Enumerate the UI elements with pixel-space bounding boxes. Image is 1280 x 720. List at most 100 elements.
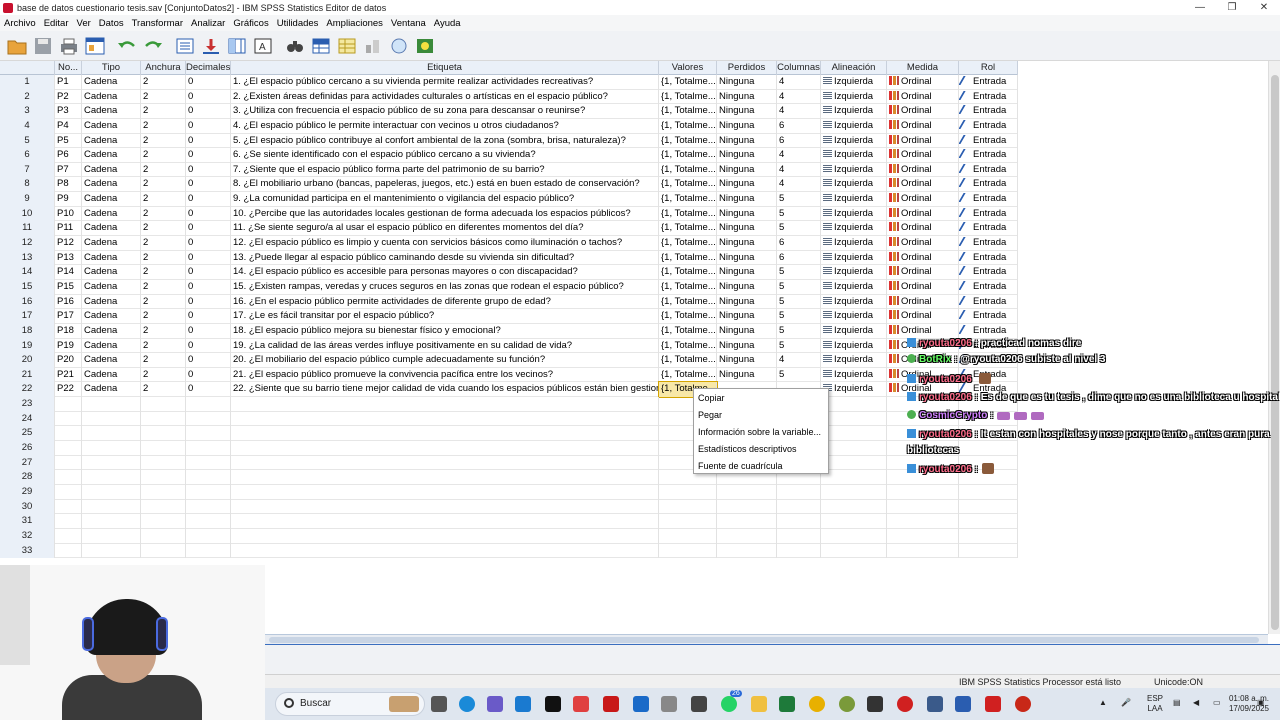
redo-icon[interactable] [142, 35, 164, 57]
goto-case-icon[interactable] [174, 35, 196, 57]
cell-type[interactable]: Cadena [82, 367, 141, 383]
table-row[interactable]: 9 P9 Cadena 2 0 9. ¿La comunidad participa en… [0, 192, 1018, 207]
cell-width[interactable]: 2 [141, 221, 186, 237]
cell-missing[interactable]: Ninguna [717, 265, 777, 280]
cell-decimals[interactable]: 0 [186, 192, 231, 207]
row-number[interactable]: 8 [0, 177, 55, 193]
cell-align[interactable]: Izquierda [821, 75, 887, 90]
table-row[interactable]: 8 P8 Cadena 2 0 8. ¿El mobiliario urbano (ban… [0, 177, 1018, 193]
cell-label[interactable]: 6. ¿Se siente identificado con el espaci… [231, 148, 659, 163]
mic-icon[interactable]: 🎤 [1121, 698, 1131, 708]
empty-cell[interactable] [55, 470, 82, 485]
cell-align[interactable]: Izquierda [821, 118, 887, 134]
empty-cell[interactable] [141, 397, 186, 412]
cell-columns[interactable]: 4 [777, 162, 821, 178]
select-cases-icon[interactable] [362, 35, 384, 57]
cell-decimals[interactable]: 0 [186, 338, 231, 354]
cell-missing[interactable]: Ninguna [717, 89, 777, 105]
empty-cell[interactable] [55, 484, 82, 500]
cell-label[interactable]: 10. ¿Percibe que las autoridades locales… [231, 206, 659, 222]
cell-decimals[interactable]: 0 [186, 133, 231, 149]
cell-name[interactable]: P17 [55, 309, 82, 324]
cell-type[interactable]: Cadena [82, 75, 141, 90]
empty-cell[interactable] [141, 470, 186, 485]
empty-row[interactable]: 28 [0, 470, 1018, 485]
table-row[interactable]: 21 P21 Cadena 2 0 21. ¿El espacio público pro… [0, 367, 1018, 383]
cell-missing[interactable]: Ninguna [717, 221, 777, 237]
cell-decimals[interactable]: 0 [186, 323, 231, 339]
cell-columns[interactable]: 5 [777, 192, 821, 207]
empty-cell[interactable] [141, 484, 186, 500]
empty-cell[interactable] [186, 426, 231, 442]
empty-row[interactable]: 31 [0, 514, 1018, 529]
empty-cell[interactable] [231, 397, 659, 412]
empty-cell[interactable] [82, 499, 141, 515]
cell-measure[interactable]: Ordinal [887, 192, 959, 207]
cell-measure[interactable]: Ordinal [887, 309, 959, 324]
cell-width[interactable]: 2 [141, 265, 186, 280]
vertical-scrollbar[interactable] [1268, 61, 1280, 634]
empty-cell[interactable] [887, 484, 959, 500]
cell-name[interactable]: P3 [55, 104, 82, 119]
menu-item-ayuda[interactable]: Ayuda [430, 18, 465, 29]
cell-measure[interactable]: Ordinal [887, 206, 959, 222]
cell-decimals[interactable]: 0 [186, 294, 231, 310]
row-number[interactable]: 6 [0, 148, 55, 163]
cell-values[interactable]: {1, Totalme... [659, 221, 717, 237]
cell-name[interactable]: P15 [55, 279, 82, 295]
empty-cell[interactable] [141, 411, 186, 427]
cell-role[interactable]: Entrada [959, 250, 1018, 266]
table-row[interactable]: 4 P4 Cadena 2 0 4. ¿El espacio público le per… [0, 118, 1018, 134]
cell-values[interactable]: {1, Totalme... [659, 323, 717, 339]
empty-cell[interactable] [141, 441, 186, 456]
value-labels-icon[interactable] [388, 35, 410, 57]
empty-cell[interactable] [141, 455, 186, 471]
cell-role[interactable]: Entrada [959, 236, 1018, 251]
cell-values[interactable]: {1, Totalme... [659, 338, 717, 354]
variables-icon[interactable] [226, 35, 248, 57]
cell-width[interactable]: 2 [141, 294, 186, 310]
cell-name[interactable]: P13 [55, 250, 82, 266]
cell-type[interactable]: Cadena [82, 250, 141, 266]
cell-decimals[interactable]: 0 [186, 148, 231, 163]
empty-cell[interactable] [821, 397, 887, 412]
cell-width[interactable]: 2 [141, 89, 186, 105]
header-label[interactable]: Etiqueta [231, 61, 659, 75]
empty-cell[interactable] [821, 543, 887, 559]
empty-row[interactable]: 32 [0, 528, 1018, 544]
empty-cell[interactable] [959, 484, 1018, 500]
empty-cell[interactable] [82, 426, 141, 442]
whatsapp-icon[interactable]: 26 [721, 690, 742, 712]
cell-decimals[interactable]: 0 [186, 206, 231, 222]
cell-missing[interactable]: Ninguna [717, 148, 777, 163]
cell-align[interactable]: Izquierda [821, 133, 887, 149]
cell-columns[interactable]: 5 [777, 338, 821, 354]
cell-type[interactable]: Cadena [82, 236, 141, 251]
empty-cell[interactable] [55, 528, 82, 544]
task-view-icon[interactable] [431, 696, 447, 712]
cell-role[interactable]: Entrada [959, 148, 1018, 163]
cell-name[interactable]: P19 [55, 338, 82, 354]
save-icon[interactable] [32, 35, 54, 57]
spss-taskbar-icon[interactable] [955, 696, 971, 712]
header-values[interactable]: Valores [659, 61, 717, 75]
empty-cell[interactable] [186, 543, 231, 559]
table-row[interactable]: 10 P10 Cadena 2 0 10. ¿Percibe que las autori… [0, 206, 1018, 222]
cell-role[interactable]: Entrada [959, 192, 1018, 207]
split-file-icon[interactable] [310, 35, 332, 57]
tiktok-icon[interactable] [545, 696, 561, 712]
empty-row[interactable]: 26 [0, 441, 1018, 456]
empty-cell[interactable] [887, 499, 959, 515]
menu-item-archivo[interactable]: Archivo [0, 18, 40, 29]
empty-row[interactable]: 24 [0, 411, 1018, 427]
cell-missing[interactable]: Ninguna [717, 338, 777, 354]
cell-columns[interactable]: 5 [777, 309, 821, 324]
empty-cell[interactable] [82, 397, 141, 412]
cell-width[interactable]: 2 [141, 192, 186, 207]
table-row[interactable]: 6 P6 Cadena 2 0 6. ¿Se siente identificado co… [0, 148, 1018, 163]
empty-cell[interactable] [821, 484, 887, 500]
cell-name[interactable]: P20 [55, 353, 82, 368]
cell-name[interactable]: P4 [55, 118, 82, 134]
cell-align[interactable]: Izquierda [821, 221, 887, 237]
cell-align[interactable]: Izquierda [821, 148, 887, 163]
